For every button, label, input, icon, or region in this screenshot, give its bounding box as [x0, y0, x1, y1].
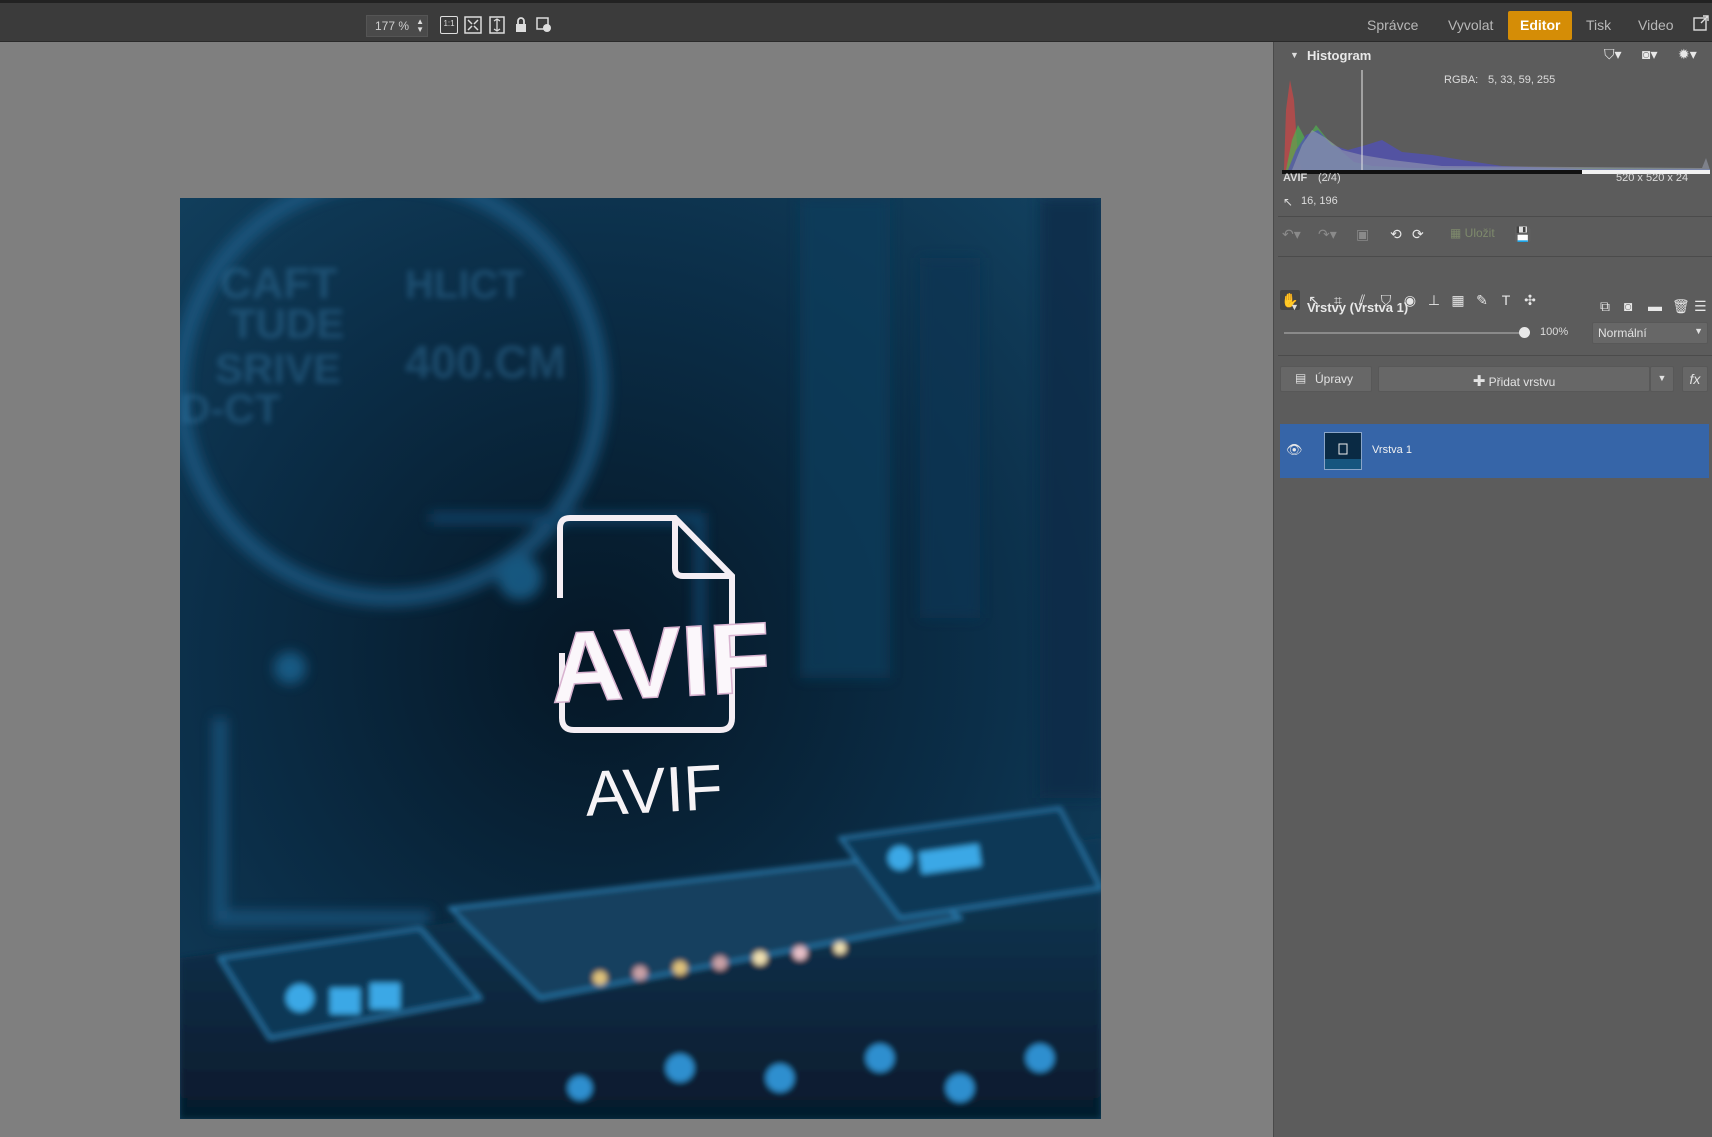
- transform-tool-icon[interactable]: ▦: [1448, 290, 1468, 310]
- edited-photo: CAFT TUDE SRIVE D-CT HLICT 400.CM AVIF A…: [180, 198, 1101, 1119]
- layers-menu-icon[interactable]: ☰: [1694, 298, 1707, 314]
- zoom-value: 177 %: [374, 19, 409, 33]
- original-image-icon[interactable]: ▣: [1356, 226, 1369, 242]
- opacity-slider-handle[interactable]: [1519, 327, 1530, 338]
- histogram-exposure-icon[interactable]: ✹▾: [1678, 46, 1697, 62]
- duplicate-layer-icon[interactable]: ⧉: [1600, 298, 1610, 314]
- adjustments-icon: ▤: [1295, 371, 1307, 385]
- nav-tisk[interactable]: Tisk: [1574, 11, 1623, 40]
- nav-spravce[interactable]: Správce: [1355, 11, 1430, 40]
- save-label: Uložit: [1464, 226, 1495, 240]
- adjustments-button[interactable]: ▤ Úpravy: [1280, 366, 1372, 392]
- fx-button[interactable]: fx: [1682, 366, 1708, 392]
- clone-tool-icon[interactable]: ⊥: [1424, 290, 1444, 310]
- layer-mask-icon[interactable]: ◙: [1624, 298, 1632, 314]
- effects-tool-icon[interactable]: ✣: [1520, 290, 1540, 310]
- histogram-title: Histogram: [1307, 48, 1372, 63]
- blend-mode-value: Normální: [1598, 326, 1647, 340]
- save-as-icon[interactable]: 💾: [1514, 226, 1531, 242]
- fx-label: fx: [1689, 371, 1701, 387]
- fit-screen-icon[interactable]: [464, 16, 482, 34]
- lock-icon[interactable]: [512, 16, 530, 34]
- zoom-field[interactable]: 177 % ▲ ▼: [366, 15, 428, 37]
- text-tool-icon[interactable]: T: [1496, 290, 1516, 310]
- fit-height-icon[interactable]: [488, 16, 506, 34]
- bg-text-4: HLICT: [405, 263, 523, 307]
- cursor-icon: ↖: [1283, 195, 1294, 209]
- divider: [1278, 256, 1712, 257]
- nav-vyvolat[interactable]: Vyvolat: [1436, 11, 1505, 40]
- save-button[interactable]: ▦ Uložit: [1446, 223, 1506, 245]
- nav-editor[interactable]: Editor: [1508, 11, 1573, 40]
- rotate-left-icon[interactable]: ⟲: [1390, 226, 1402, 242]
- external-window-icon[interactable]: [1692, 15, 1710, 33]
- plus-icon: ✚: [1472, 373, 1486, 390]
- opacity-value: 100%: [1540, 326, 1569, 338]
- image-dimensions: 520 x 520 x 24: [1616, 172, 1689, 184]
- layers-collapse-icon[interactable]: ▼: [1290, 302, 1299, 312]
- blend-mode-select[interactable]: Normální ▼: [1592, 322, 1708, 344]
- loupe-settings-icon[interactable]: [535, 16, 553, 34]
- cursor-position: 16, 196: [1301, 195, 1338, 207]
- divider: [1278, 216, 1712, 217]
- add-layer-label: Přidat vrstvu: [1488, 375, 1556, 389]
- avif-big-text: AVIF: [548, 601, 774, 724]
- add-layer-dropdown[interactable]: ▼: [1650, 366, 1674, 392]
- bg-text-3: D-CT: [180, 385, 281, 432]
- opacity-slider[interactable]: [1284, 332, 1524, 334]
- adjustments-label: Úpravy: [1315, 372, 1354, 386]
- zoom-1to1-icon[interactable]: 1:1: [440, 16, 458, 34]
- bg-text-5: 400.CM: [405, 336, 566, 388]
- histogram-mask-icon[interactable]: ◙▾: [1642, 46, 1657, 62]
- rotate-right-icon[interactable]: ⟳: [1412, 226, 1424, 242]
- layers-title: Vrstvy (Vrstva 1): [1307, 300, 1409, 315]
- chevron-down-icon: ▼: [1657, 373, 1667, 383]
- save-icon: ▦: [1450, 226, 1465, 240]
- undo-icon[interactable]: ↶▾: [1282, 226, 1301, 242]
- brush-tool-icon[interactable]: ✎: [1472, 290, 1492, 310]
- histogram-graph: [1282, 70, 1710, 174]
- histogram-channel-icon[interactable]: ⛉▾: [1604, 46, 1622, 62]
- add-layer-button[interactable]: ✚ Přidat vrstvu: [1378, 366, 1650, 392]
- top-bar: 177 % ▲ ▼ 1:1 Správce Vyvolat Editor Tisk…: [0, 0, 1712, 42]
- nav-video[interactable]: Video: [1626, 11, 1686, 40]
- divider: [1278, 355, 1712, 356]
- chevron-down-icon: ▼: [1694, 326, 1703, 336]
- layer-name: Vrstva 1: [1372, 444, 1412, 456]
- format-label: AVIF: [1283, 172, 1308, 184]
- image-canvas[interactable]: CAFT TUDE SRIVE D-CT HLICT 400.CM AVIF A…: [0, 42, 1273, 1137]
- histogram-collapse-icon[interactable]: ▼: [1290, 50, 1299, 60]
- format-index: (2/4): [1318, 172, 1341, 184]
- layer-row[interactable]: 👁 Vrstva 1: [1280, 424, 1709, 478]
- layer-thumbnail: [1324, 432, 1362, 470]
- bg-text-1: TUDE: [230, 300, 344, 347]
- right-panel: ▼ Histogram ⛉▾ ◙▾ ✹▾ RGBA: 5, 33, 59, 25…: [1273, 42, 1712, 1137]
- redo-icon[interactable]: ↷▾: [1318, 226, 1337, 242]
- avif-small-text: AVIF: [583, 751, 724, 830]
- delete-layer-icon[interactable]: 🗑: [1672, 298, 1690, 314]
- layer-group-icon[interactable]: ▬: [1648, 298, 1662, 314]
- zoom-spinner-icon[interactable]: ▲ ▼: [416, 18, 424, 34]
- eye-icon[interactable]: 👁: [1286, 442, 1303, 458]
